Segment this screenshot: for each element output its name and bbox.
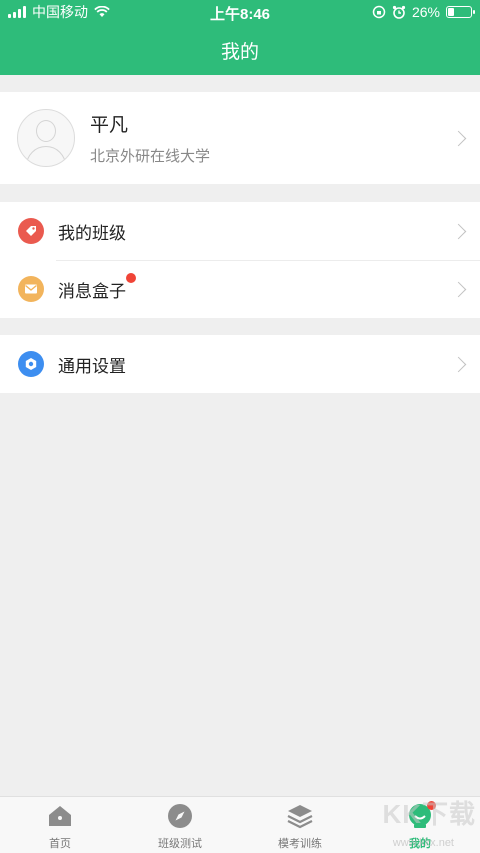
avatar [17, 109, 75, 167]
tab-label-mock-training: 模考训练 [278, 838, 322, 850]
home-icon [46, 802, 74, 830]
menu-group-settings: 通用设置 [0, 335, 480, 393]
status-bar: 中国移动 上午8:46 26% [0, 0, 480, 24]
compass-icon [166, 802, 194, 830]
battery-icon [446, 6, 475, 18]
menu-label-my-class: 我的班级 [58, 223, 126, 243]
layers-icon [286, 802, 314, 830]
chevron-right-icon [450, 281, 467, 297]
profile-name: 平凡 [90, 115, 129, 136]
notification-badge [126, 273, 136, 283]
tab-home[interactable]: 首页 [0, 797, 120, 853]
status-time: 上午8:46 [209, 6, 271, 23]
chevron-right-icon [450, 130, 467, 146]
menu-group-class: 我的班级 消息盒子 [0, 202, 480, 318]
chevron-right-icon [450, 356, 467, 372]
menu-item-settings[interactable]: 通用设置 [0, 335, 480, 393]
tag-icon [18, 218, 44, 244]
tab-mock-training[interactable]: 模考训练 [240, 797, 360, 853]
menu-item-my-class[interactable]: 我的班级 [0, 202, 480, 260]
profile-school: 北京外研在线大学 [90, 148, 211, 165]
chevron-right-icon [450, 223, 467, 239]
menu-item-message-box[interactable]: 消息盒子 [0, 260, 480, 318]
mail-icon [18, 276, 44, 302]
tab-label-home: 首页 [49, 838, 71, 850]
menu-label-message-box: 消息盒子 [58, 281, 126, 301]
watermark-url: www.kkx.net [392, 837, 454, 849]
tab-bar: 首页 班级测试 模考训练 我的 KK下载 www.kkx.net [0, 796, 480, 853]
page-title: 我的 [220, 42, 259, 63]
tab-class-test[interactable]: 班级测试 [120, 797, 240, 853]
top-bar: 中国移动 上午8:46 26% 我的 [0, 0, 480, 75]
watermark: KK下载 [382, 799, 476, 829]
menu-label-settings: 通用设置 [58, 356, 126, 376]
settings-icon [18, 351, 44, 377]
profile-card[interactable]: 平凡 北京外研在线大学 [0, 92, 480, 184]
tab-label-class-test: 班级测试 [158, 838, 202, 850]
